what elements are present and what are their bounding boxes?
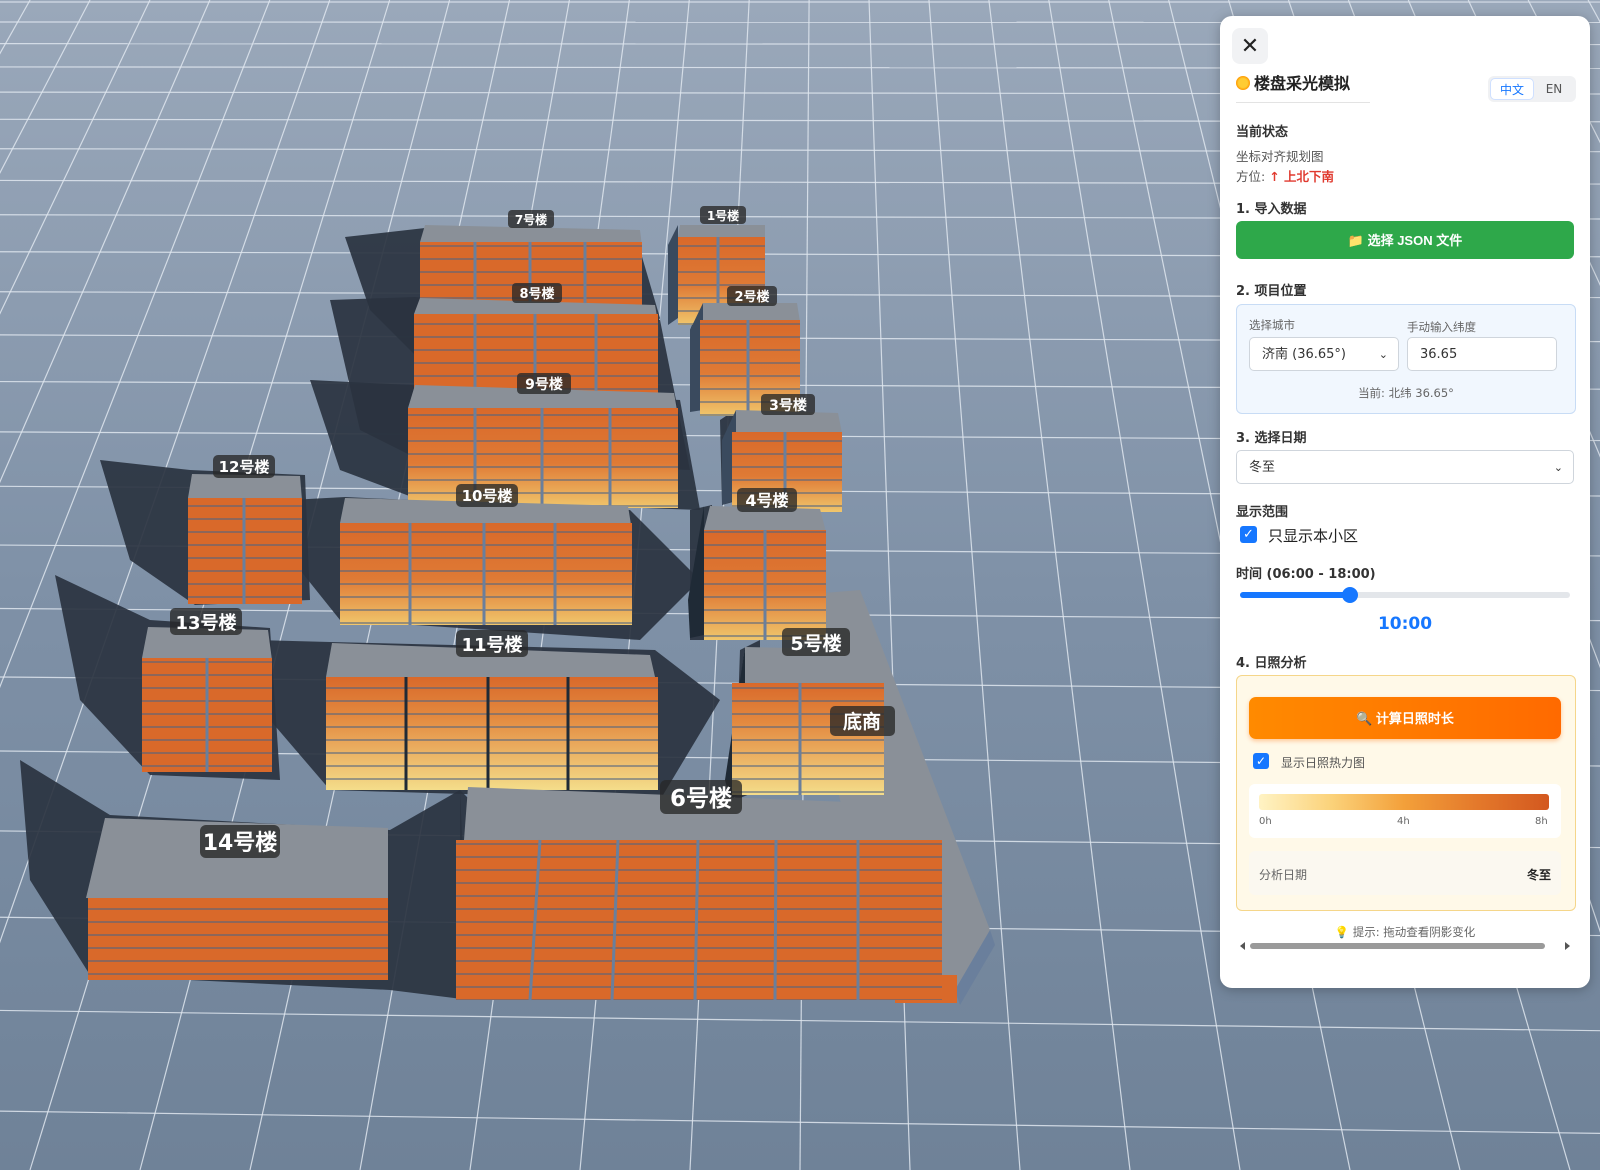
label-b11: 11号楼 bbox=[456, 630, 528, 657]
svg-text:3号楼: 3号楼 bbox=[769, 397, 807, 414]
time-value: 10:00 bbox=[1377, 614, 1433, 634]
scroll-left-icon bbox=[1240, 942, 1245, 950]
building-13[interactable] bbox=[142, 627, 272, 772]
analysis-heading: 4. 日照分析 bbox=[1236, 656, 1307, 671]
building-4[interactable] bbox=[688, 506, 826, 640]
latitude-current: 当前: 北纬 36.65° bbox=[1358, 386, 1454, 400]
svg-text:10号楼: 10号楼 bbox=[462, 487, 513, 505]
svg-text:6号楼: 6号楼 bbox=[670, 786, 732, 812]
date-select[interactable]: 冬至 ⌄ bbox=[1236, 450, 1574, 484]
label-b14: 14号楼 bbox=[200, 825, 280, 858]
svg-text:底商: 底商 bbox=[843, 710, 881, 733]
building-12[interactable] bbox=[188, 474, 302, 604]
label-b10: 10号楼 bbox=[456, 484, 518, 507]
horizontal-scrollbar[interactable] bbox=[1240, 941, 1570, 951]
close-button[interactable]: ✕ bbox=[1232, 28, 1268, 64]
label-shop: 底商 bbox=[830, 706, 895, 736]
analysis-date-row: 分析日期 冬至 bbox=[1249, 851, 1561, 895]
svg-text:11号楼: 11号楼 bbox=[461, 634, 522, 656]
sun-icon bbox=[1236, 76, 1250, 90]
language-toggle: 中文 EN bbox=[1488, 76, 1576, 102]
range-heading: 显示范围 bbox=[1236, 505, 1289, 520]
location-heading: 2. 项目位置 bbox=[1236, 284, 1307, 299]
lang-en-button[interactable]: EN bbox=[1534, 78, 1574, 100]
scroll-thumb bbox=[1250, 943, 1545, 949]
calculate-sunlight-button[interactable]: 🔍 计算日照时长 bbox=[1249, 697, 1561, 739]
time-slider[interactable] bbox=[1240, 587, 1570, 603]
location-box: 选择城市 手动输入纬度 济南 (36.65°) ⌄ 36.65 当前: 北纬 36… bbox=[1236, 304, 1576, 414]
svg-text:5号楼: 5号楼 bbox=[790, 632, 841, 655]
direction-value: ↑ 上北下南 bbox=[1269, 169, 1335, 184]
city-select[interactable]: 济南 (36.65°) ⌄ bbox=[1249, 337, 1399, 371]
check-icon: ✓ bbox=[1255, 754, 1267, 768]
svg-text:2号楼: 2号楼 bbox=[734, 289, 769, 305]
label-b8: 8号楼 bbox=[512, 283, 562, 303]
label-b7: 7号楼 bbox=[508, 210, 554, 228]
svg-text:9号楼: 9号楼 bbox=[525, 376, 563, 393]
building-6[interactable] bbox=[456, 787, 942, 1001]
select-json-button[interactable]: 📁 选择 JSON 文件 bbox=[1236, 221, 1574, 259]
building-10[interactable] bbox=[340, 498, 632, 625]
label-b12: 12号楼 bbox=[213, 455, 275, 478]
legend-min: 0h bbox=[1259, 816, 1272, 827]
heatmap-checkbox[interactable]: ✓ bbox=[1253, 753, 1269, 769]
svg-text:1号楼: 1号楼 bbox=[707, 208, 739, 223]
time-slider-thumb[interactable] bbox=[1341, 587, 1358, 603]
label-b4: 4号楼 bbox=[737, 488, 797, 512]
time-heading: 时间 (06:00 - 18:00) bbox=[1236, 567, 1376, 582]
svg-text:12号楼: 12号楼 bbox=[219, 458, 270, 476]
legend-mid: 4h bbox=[1397, 816, 1410, 827]
city-label: 选择城市 bbox=[1249, 318, 1295, 332]
check-icon: ✓ bbox=[1243, 527, 1254, 542]
chevron-down-icon: ⌄ bbox=[1553, 461, 1563, 474]
svg-text:8号楼: 8号楼 bbox=[519, 286, 554, 302]
label-b2: 2号楼 bbox=[727, 286, 777, 306]
import-heading: 1. 导入数据 bbox=[1236, 202, 1307, 217]
building-9[interactable] bbox=[408, 385, 678, 508]
status-line: 坐标对齐规划图 bbox=[1236, 149, 1324, 164]
svg-text:13号楼: 13号楼 bbox=[175, 612, 236, 634]
status-heading: 当前状态 bbox=[1236, 125, 1289, 140]
legend-gradient bbox=[1259, 794, 1549, 810]
close-icon: ✕ bbox=[1240, 33, 1260, 58]
analysis-date-label: 分析日期 bbox=[1259, 868, 1308, 882]
latitude-input[interactable]: 36.65 bbox=[1407, 337, 1557, 371]
label-b6: 6号楼 bbox=[660, 780, 742, 814]
date-heading: 3. 选择日期 bbox=[1236, 431, 1307, 446]
label-b5: 5号楼 bbox=[782, 628, 850, 656]
label-b3: 3号楼 bbox=[761, 394, 815, 415]
label-b1: 1号楼 bbox=[700, 206, 746, 224]
panel-title: 楼盘采光模拟 bbox=[1236, 70, 1370, 103]
svg-text:7号楼: 7号楼 bbox=[515, 212, 547, 227]
svg-text:14号楼: 14号楼 bbox=[203, 831, 278, 856]
drag-hint: 💡 提示: 拖动查看阴影变化 bbox=[1334, 925, 1476, 939]
lang-zh-button[interactable]: 中文 bbox=[1490, 78, 1534, 100]
control-panel: ✕ 楼盘采光模拟 中文 EN 当前状态 坐标对齐规划图 方位: ↑ 上北下南 1… bbox=[1220, 16, 1590, 988]
chevron-down-icon: ⌄ bbox=[1378, 348, 1388, 361]
heatmap-label: 显示日照热力图 bbox=[1281, 756, 1366, 770]
building-11[interactable] bbox=[326, 643, 658, 790]
direction-label: 方位: bbox=[1236, 169, 1266, 184]
heatmap-legend: 0h 4h 8h bbox=[1249, 784, 1561, 838]
legend-max: 8h bbox=[1535, 816, 1548, 827]
latitude-label: 手动输入纬度 bbox=[1407, 320, 1476, 334]
scroll-right-icon bbox=[1565, 942, 1570, 950]
label-b9: 9号楼 bbox=[517, 373, 571, 394]
svg-text:4号楼: 4号楼 bbox=[745, 491, 788, 510]
label-b13: 13号楼 bbox=[170, 608, 242, 635]
direction-row: 方位: ↑ 上北下南 bbox=[1236, 166, 1334, 185]
analysis-box: 🔍 计算日照时长 ✓ 显示日照热力图 0h 4h 8h 分析日期 冬至 bbox=[1236, 675, 1576, 911]
only-community-checkbox[interactable]: ✓ bbox=[1240, 526, 1257, 543]
only-community-label: 只显示本小区 bbox=[1268, 527, 1359, 545]
time-slider-fill bbox=[1240, 592, 1350, 598]
analysis-date-value: 冬至 bbox=[1526, 868, 1551, 882]
